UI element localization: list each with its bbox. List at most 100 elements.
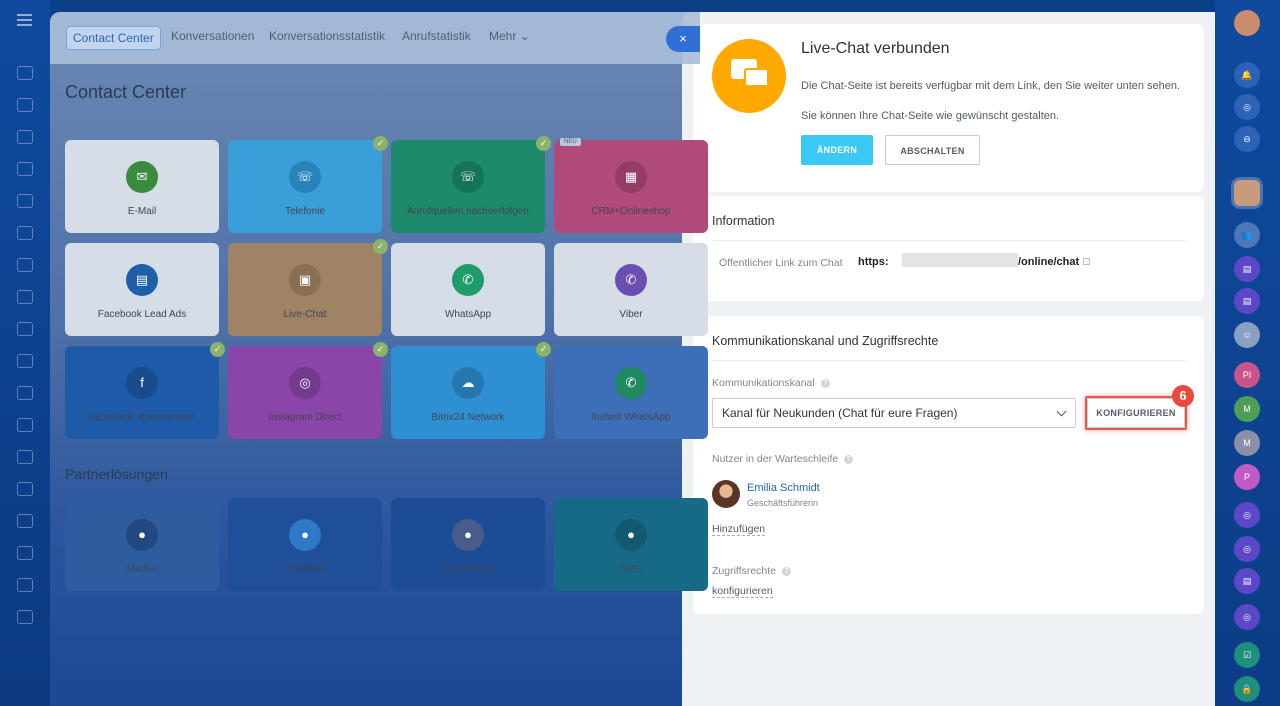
configure-access-link[interactable]: konfigurieren (712, 585, 773, 598)
avatar-pi[interactable]: PI (1234, 362, 1260, 388)
information-card: Information Öffentlicher Link zum Chat h… (693, 196, 1204, 301)
channel-tile[interactable]: ▤ Facebook Lead Ads (65, 243, 219, 336)
tab-konversationen[interactable]: Konversationen (171, 29, 254, 43)
home-icon[interactable] (17, 66, 33, 80)
cart-icon[interactable] (17, 418, 33, 432)
partner-tile[interactable]: ● Market (65, 498, 219, 591)
channel-tile[interactable]: ▣ Live-Chat ✓ (228, 239, 388, 336)
tab-mehr[interactable]: Mehr ⌄ (489, 29, 530, 43)
spiral-icon[interactable] (17, 482, 33, 496)
channel-tile[interactable]: f Facebook: Kommentare ✓ (65, 342, 225, 439)
facebook-comments-icon: f (126, 367, 158, 399)
channel-tile[interactable]: ✉ E-Mail (65, 140, 219, 233)
bot-icon[interactable]: ☺ (1234, 322, 1260, 348)
channel-tile[interactable]: ✆ WhatsApp (391, 243, 545, 336)
call-tracking-icon: ☏ (452, 161, 484, 193)
market-icon: ● (126, 519, 158, 551)
queue-label: Nutzer in der Warteschleife? (712, 453, 854, 465)
bell-icon[interactable]: 🔔 (1234, 62, 1260, 88)
public-link-suffix[interactable]: /online/chat (1018, 256, 1079, 268)
channel-tile[interactable]: ☏ Anrufquellen nachverfolgen ✓ (391, 136, 551, 233)
partner-tile[interactable]: ● Sprachbots (391, 498, 545, 591)
left-sidebar (0, 0, 50, 706)
chat-icon[interactable]: ▤ (1234, 256, 1260, 282)
analytics-icon[interactable] (17, 386, 33, 400)
channel-select[interactable]: Kanal für Neukunden (Chat für eure Frage… (712, 398, 1076, 428)
tile-label: Sprachbots (442, 564, 494, 575)
tab-contact-center[interactable]: Contact Center (66, 26, 161, 50)
chevron-down-icon (1056, 406, 1067, 417)
status-description: Die Chat-Seite ist bereits verfügbar mit… (801, 80, 1181, 92)
avatar-m[interactable]: M (1234, 396, 1260, 422)
people-icon[interactable] (17, 610, 33, 624)
tile-label: Facebook Lead Ads (97, 309, 187, 320)
channel-tile[interactable]: ◎ Instagram Direct ✓ (228, 342, 388, 439)
tile-label: Market (126, 564, 158, 575)
menu-icon[interactable] (17, 14, 32, 26)
spiral-icon[interactable]: ◎ (1234, 604, 1260, 630)
tasks-icon[interactable] (17, 130, 33, 144)
help-icon[interactable]: ? (820, 379, 830, 388)
channel-tile[interactable]: ☏ Telefonie ✓ (228, 136, 388, 233)
sites-icon[interactable] (17, 258, 33, 272)
chat-icon[interactable] (17, 290, 33, 304)
network-icon: ☁ (452, 367, 484, 399)
monitor-icon[interactable] (17, 578, 33, 592)
channel-tile[interactable]: ✆ Instant WhatsApp (554, 346, 708, 439)
docs-icon[interactable] (17, 194, 33, 208)
change-button[interactable]: ÄNDERN (801, 135, 873, 165)
chat-icon[interactable]: ▤ (1234, 568, 1260, 594)
spiral-icon[interactable]: ◎ (1234, 94, 1260, 120)
user-avatar (712, 480, 740, 508)
search-chat-icon[interactable]: ⊖ (1234, 126, 1260, 152)
channel-tile[interactable]: ✆ Viber (554, 243, 708, 336)
pencil-icon[interactable]: ✎ (190, 87, 200, 101)
task-icon[interactable]: ☑ (1234, 642, 1260, 668)
check-icon: ✓ (536, 342, 551, 357)
viber-icon: ✆ (615, 264, 647, 296)
chatbot-icon: ● (289, 519, 321, 551)
whatsapp-icon: ✆ (452, 264, 484, 296)
checkbox-icon[interactable] (17, 354, 33, 368)
tile-label: Chatbots (284, 564, 326, 575)
external-link-icon[interactable] (1083, 258, 1090, 265)
contacts-icon[interactable] (17, 162, 33, 176)
public-link-prefix[interactable]: https: (858, 256, 889, 268)
tile-label: Anrufquellen nachverfolgen (407, 206, 529, 217)
close-slider-button[interactable]: × (666, 26, 700, 52)
partner-tile[interactable]: ● SMS (554, 498, 708, 591)
spiral-icon[interactable]: ◎ (1234, 502, 1260, 528)
feed-icon[interactable] (17, 98, 33, 112)
filter-icon[interactable] (17, 450, 33, 464)
tile-label: WhatsApp (444, 309, 492, 320)
spiral-icon[interactable]: ◎ (1234, 536, 1260, 562)
box-icon[interactable] (17, 546, 33, 560)
channel-label: Kommunikationskanal? (712, 377, 830, 389)
partner-tile[interactable]: ● Chatbots (228, 498, 382, 591)
tile-label: Facebook: Kommentare (88, 412, 196, 423)
add-user-link[interactable]: Hinzufügen (712, 523, 766, 536)
calendar-icon[interactable] (17, 322, 33, 336)
help-icon[interactable]: ? (782, 567, 791, 576)
help-icon[interactable]: ? (844, 455, 854, 464)
user-avatar-icon[interactable] (1231, 177, 1263, 209)
avatar-p[interactable]: P (1234, 464, 1260, 490)
tab-konversationsstatistik[interactable]: Konversationsstatistik (269, 29, 385, 43)
user-name-link[interactable]: Emilia Schmidt (747, 482, 820, 494)
drive-icon[interactable] (17, 226, 33, 240)
tab-anrufstatistik[interactable]: Anrufstatistik (402, 29, 471, 43)
channel-tile[interactable]: ▦ CRM+Onlineshop NEU (554, 138, 708, 233)
channel-tile[interactable]: ☁ Bitrix24 Network ✓ (391, 342, 551, 439)
tile-label: Telefonie (284, 206, 326, 217)
contact-center-background: Contact Center Konversationen Konversati… (50, 12, 708, 706)
group-icon[interactable]: 👥 (1234, 222, 1260, 248)
avatar-icon[interactable] (1234, 10, 1260, 36)
disable-button[interactable]: ABSCHALTEN (885, 135, 980, 165)
page-title: Contact Center ✎ (65, 82, 201, 102)
facebook-lead-icon: ▤ (126, 264, 158, 296)
tile-label: Bitrix24 Network (431, 412, 505, 423)
pen-icon[interactable] (17, 514, 33, 528)
avatar-m2[interactable]: M (1234, 430, 1260, 456)
chat-icon[interactable]: ▤ (1234, 288, 1260, 314)
lock-icon[interactable]: 🔒 (1234, 676, 1260, 702)
